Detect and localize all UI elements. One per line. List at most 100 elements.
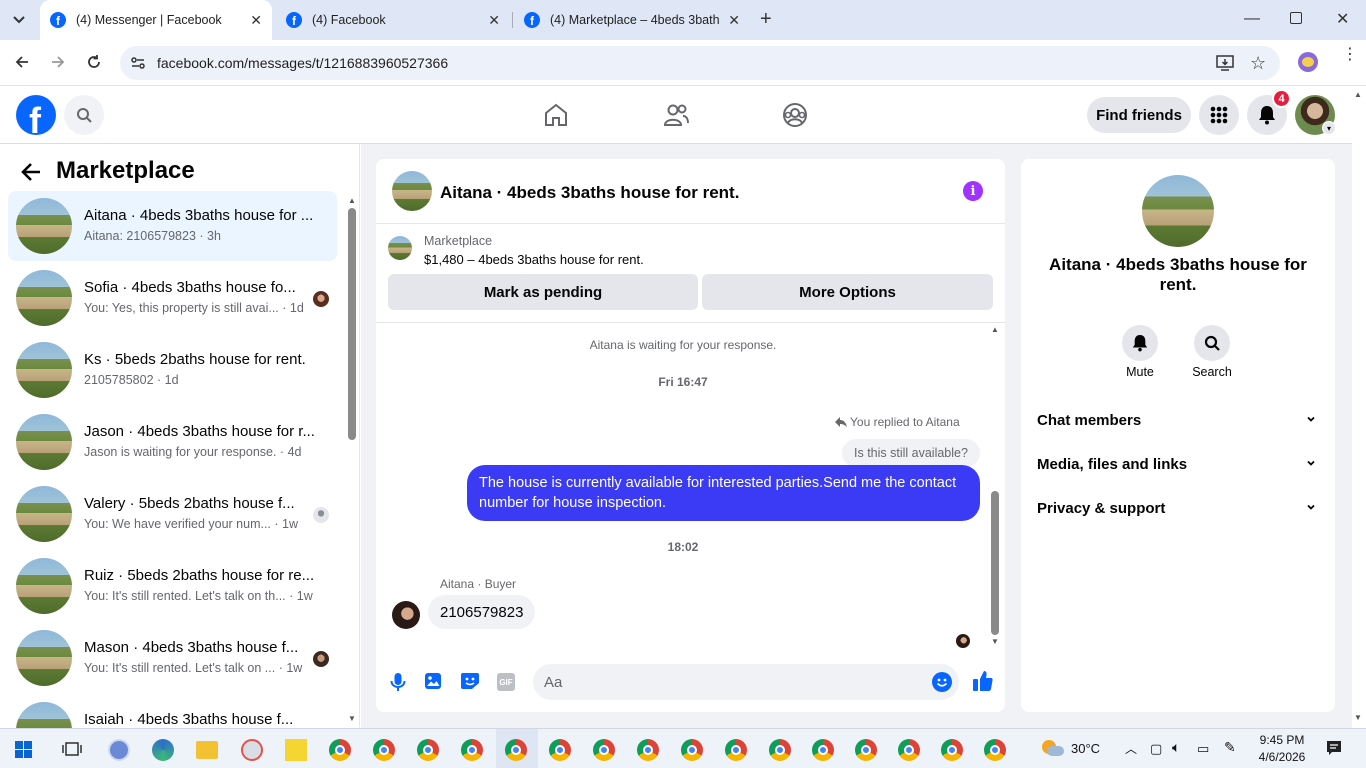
scroll-down-arrow-icon[interactable]: ▼ [991, 637, 999, 646]
page-scroll-up-icon[interactable]: ▲ [1354, 90, 1362, 99]
chrome-icon[interactable] [329, 739, 351, 761]
friends-icon[interactable] [663, 103, 689, 127]
scrollbar-thumb[interactable] [991, 491, 999, 635]
conversation-item[interactable]: Mason · 4beds 3baths house f... You: It'… [8, 623, 337, 693]
minimize-icon[interactable]: — [1244, 10, 1260, 28]
notification-center-icon[interactable] [1326, 740, 1342, 756]
browser-menu-icon[interactable]: ⋮ [1342, 47, 1358, 63]
tab-messenger[interactable]: f (4) Messenger | Facebook ✕ [40, 0, 272, 40]
show-hidden-icons-chevron-up-icon[interactable]: ︿ [1125, 740, 1137, 757]
conversation-item[interactable]: Jason · 4beds 3baths house for r... Jaso… [8, 407, 337, 477]
chat-members-section[interactable]: Chat members [1037, 412, 1322, 429]
chat-title[interactable]: Aitana · 4beds 3baths house for rent. [440, 183, 739, 203]
scrollbar-thumb[interactable] [348, 208, 356, 440]
conversation-item[interactable]: Isaiah · 4beds 3baths house f... [8, 695, 337, 728]
chrome-profile-active-icon[interactable] [505, 739, 527, 761]
chrome-profile-icon[interactable] [855, 739, 877, 761]
page-scroll-down-icon[interactable]: ▼ [1354, 713, 1362, 722]
pen-icon[interactable]: ✎ [1224, 739, 1236, 756]
back-icon[interactable] [14, 54, 30, 70]
close-tab-icon[interactable]: ✕ [488, 12, 500, 29]
mark-as-pending-button[interactable]: Mark as pending [388, 274, 698, 310]
new-tab-button[interactable]: + [760, 8, 772, 31]
chrome-profile-icon[interactable] [898, 739, 920, 761]
search-icon[interactable] [64, 95, 104, 135]
sticker-icon[interactable] [460, 672, 480, 690]
forward-icon[interactable] [50, 54, 66, 70]
media-files-links-section[interactable]: Media, files and links [1037, 456, 1322, 473]
bookmark-star-icon[interactable]: ☆ [1250, 53, 1266, 74]
groups-icon[interactable] [782, 102, 808, 128]
home-icon[interactable] [543, 103, 569, 127]
chrome-profile-icon[interactable] [984, 739, 1006, 761]
volume-icon[interactable]: 🔈︎ [1172, 739, 1180, 756]
antivirus-tray-app-icon[interactable] [108, 739, 130, 761]
scroll-up-arrow-icon[interactable]: ▲ [348, 196, 356, 205]
mute-bell-icon[interactable] [1122, 325, 1158, 361]
chrome-profile-icon[interactable] [549, 739, 571, 761]
chrome-profile-icon[interactable] [461, 739, 483, 761]
paint-app-icon[interactable] [241, 739, 263, 761]
install-app-icon[interactable] [1216, 55, 1234, 71]
menu-grid-icon[interactable] [1199, 95, 1239, 135]
facebook-logo-icon[interactable]: f [16, 95, 56, 135]
tray-camera-icon[interactable]: ▢ [1150, 741, 1162, 757]
mute-label[interactable]: Mute [1116, 365, 1164, 379]
chrome-profile-icon[interactable] [637, 739, 659, 761]
clock-time[interactable]: 9:45 PM [1259, 733, 1305, 747]
emoji-icon[interactable] [932, 672, 952, 692]
listing-line[interactable]: $1,480 – 4beds 3baths house for rent. [424, 252, 644, 267]
sender-avatar[interactable] [392, 601, 420, 629]
outgoing-message-bubble[interactable]: The house is currently available for int… [467, 465, 980, 521]
chrome-profile-icon[interactable] [812, 739, 834, 761]
windows-start-icon[interactable] [15, 741, 32, 758]
chrome-profile-icon[interactable] [373, 739, 395, 761]
back-arrow-icon[interactable] [20, 162, 42, 182]
profile-avatar-icon[interactable] [1298, 52, 1318, 72]
image-icon[interactable] [424, 672, 442, 690]
chrome-profile-icon[interactable] [681, 739, 703, 761]
search-label[interactable]: Search [1186, 365, 1238, 379]
task-view-icon[interactable] [62, 741, 82, 757]
chrome-profile-icon[interactable] [725, 739, 747, 761]
chrome-profile-icon[interactable] [769, 739, 791, 761]
chrome-profile-icon[interactable] [417, 739, 439, 761]
listing-profile-image[interactable] [1142, 175, 1214, 247]
conversation-item[interactable]: Sofia · 4beds 3baths house fo... You: Ye… [8, 263, 337, 333]
find-friends-button[interactable]: Find friends [1087, 97, 1191, 133]
site-settings-icon[interactable] [130, 55, 146, 71]
account-chevron-down-icon[interactable]: ▾ [1322, 121, 1336, 135]
file-explorer-icon[interactable] [196, 741, 218, 759]
scroll-up-arrow-icon[interactable]: ▲ [991, 325, 999, 334]
conversation-item[interactable]: Ks · 5beds 2baths house for rent. 210578… [8, 335, 337, 405]
more-options-button[interactable]: More Options [702, 274, 993, 310]
conversation-item[interactable]: Ruiz · 5beds 2baths house for re... You:… [8, 551, 337, 621]
privacy-support-section[interactable]: Privacy & support [1037, 500, 1322, 517]
microphone-icon[interactable] [390, 672, 406, 692]
like-thumbs-up-icon[interactable] [972, 670, 994, 692]
sticky-notes-icon[interactable] [285, 739, 307, 761]
tab-facebook[interactable]: f (4) Facebook ✕ [276, 0, 510, 40]
conversation-info-icon[interactable]: i [963, 181, 983, 201]
reload-icon[interactable] [86, 54, 102, 70]
address-bar[interactable]: facebook.com/messages/t/1216883960527366… [120, 46, 1280, 80]
quoted-message[interactable]: Is this still available? [842, 439, 980, 467]
chat-listing-avatar[interactable] [392, 171, 432, 211]
close-window-icon[interactable]: ✕ [1336, 9, 1349, 29]
tab-search-icon[interactable] [10, 12, 28, 28]
conversation-item[interactable]: Valery · 5beds 2baths house f... You: We… [8, 479, 337, 549]
clock-date[interactable]: 4/6/2026 [1254, 750, 1310, 764]
chrome-profile-icon[interactable] [941, 739, 963, 761]
incoming-message-bubble[interactable]: 2106579823 [428, 595, 536, 629]
search-conversation-icon[interactable] [1194, 325, 1230, 361]
message-input[interactable]: Aa [533, 664, 959, 700]
close-tab-icon[interactable]: ✕ [250, 12, 262, 29]
scroll-down-arrow-icon[interactable]: ▼ [348, 714, 356, 723]
conversation-item[interactable]: Aitana · 4beds 3baths house for ... Aita… [8, 191, 337, 261]
chrome-profile-icon[interactable] [593, 739, 615, 761]
restore-icon[interactable] [1290, 12, 1302, 24]
gif-icon[interactable]: GIF [497, 673, 515, 691]
weather-cloud-sun-icon[interactable] [1040, 738, 1064, 758]
weather-temperature[interactable]: 30°C [1071, 741, 1100, 756]
tab-marketplace[interactable]: f (4) Marketplace – 4beds 3baths ✕ [514, 0, 750, 40]
